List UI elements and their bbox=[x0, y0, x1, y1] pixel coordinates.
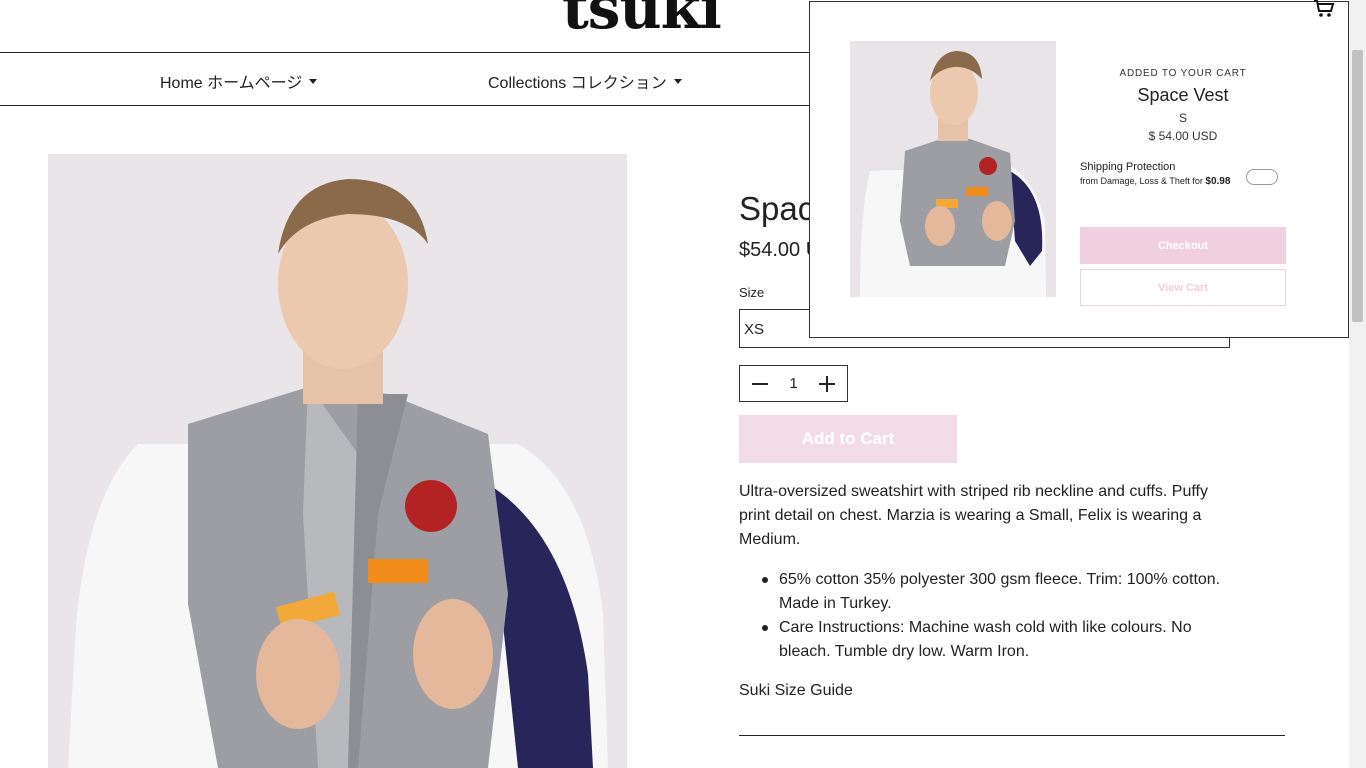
nav-item-home-label: Home ホームページ bbox=[160, 75, 303, 92]
size-label: Size bbox=[739, 285, 765, 300]
plus-icon[interactable] bbox=[819, 375, 835, 392]
list-item: 65% cotton 35% polyester 300 gsm fleece.… bbox=[739, 568, 1229, 616]
minus-icon[interactable] bbox=[752, 376, 768, 392]
site-logo[interactable]: tsuki bbox=[562, 0, 722, 42]
cart-item-photo bbox=[850, 41, 1056, 297]
cart-item-size: S bbox=[1178, 111, 1187, 125]
cart-popup: ADDED TO YOUR CART Space Vest S $ 54.00 … bbox=[809, 1, 1349, 338]
checkout-button[interactable]: Checkout bbox=[1080, 227, 1286, 264]
added-to-cart-label: ADDED TO YOUR CART bbox=[1119, 68, 1247, 79]
nav-item-collections-label: Collections コレクション bbox=[488, 75, 667, 92]
nav-item-home[interactable]: Home ホームページ bbox=[160, 69, 318, 93]
shipping-protection-subtitle: from Damage, Loss & Theft for $0.98 bbox=[1080, 176, 1230, 187]
product-photo bbox=[48, 154, 627, 768]
nav-item-collections[interactable]: Collections コレクション bbox=[488, 69, 682, 93]
cart-item-price: $ 54.00 USD bbox=[1148, 129, 1218, 143]
add-to-cart-button[interactable]: Add to Cart bbox=[739, 415, 957, 463]
chevron-down-icon bbox=[673, 78, 682, 84]
shipping-protection-title: Shipping Protection bbox=[1080, 161, 1176, 173]
chevron-down-icon bbox=[309, 78, 318, 84]
view-cart-button[interactable]: View Cart bbox=[1080, 269, 1286, 306]
cart-icon[interactable] bbox=[1313, 0, 1335, 18]
cart-item-image[interactable] bbox=[850, 41, 1056, 297]
shipping-protection-text: from Damage, Loss & Theft for bbox=[1080, 176, 1203, 186]
product-description: Ultra-oversized sweatshirt with striped … bbox=[739, 483, 1208, 548]
size-guide-link[interactable]: Suki Size Guide bbox=[739, 682, 853, 700]
quantity-stepper: 1 bbox=[739, 365, 848, 402]
product-details-list: 65% cotton 35% polyester 300 gsm fleece.… bbox=[739, 568, 1229, 664]
shipping-protection-toggle[interactable] bbox=[1246, 169, 1278, 185]
scrollbar-thumb[interactable] bbox=[1352, 50, 1363, 322]
list-item: Care Instructions: Machine wash cold wit… bbox=[739, 616, 1229, 664]
shipping-protection-price: $0.98 bbox=[1205, 176, 1231, 187]
quantity-value[interactable]: 1 bbox=[789, 375, 797, 392]
divider bbox=[739, 735, 1285, 736]
product-image[interactable] bbox=[48, 154, 627, 768]
cart-item-name: Space Vest bbox=[1137, 85, 1229, 105]
